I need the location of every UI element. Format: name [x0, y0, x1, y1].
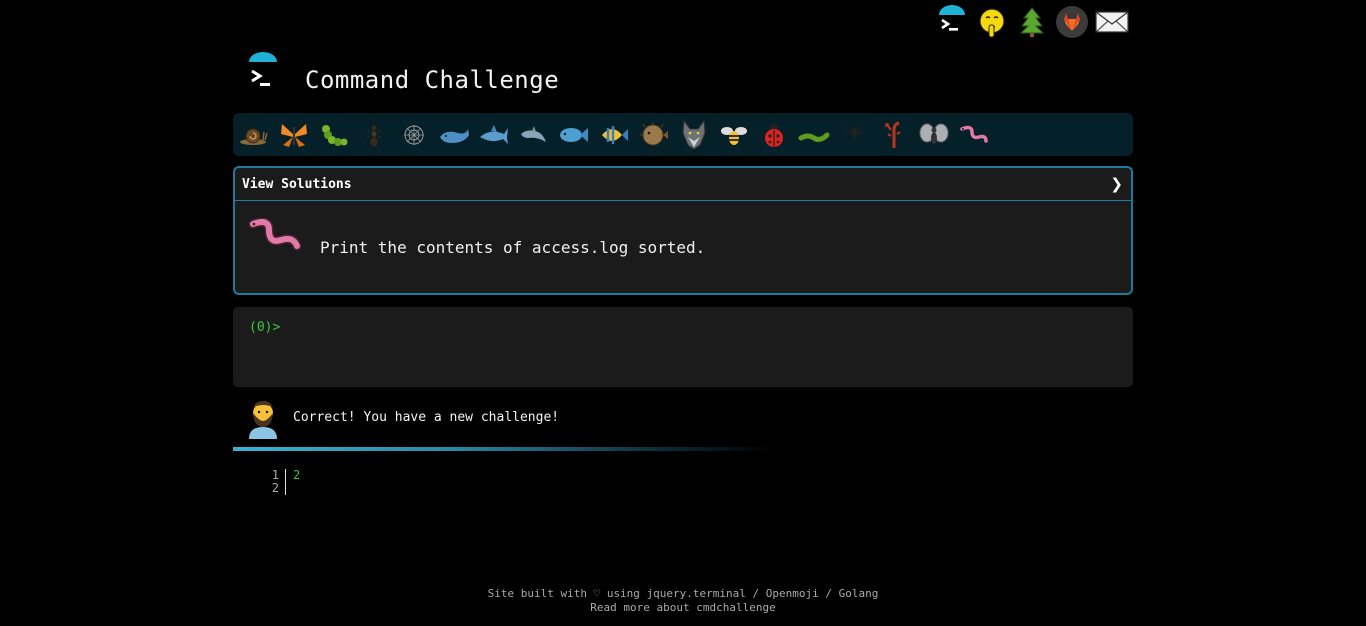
- scorpion-icon[interactable]: [877, 118, 911, 152]
- butterfly-icon[interactable]: [277, 118, 311, 152]
- terminal-prompt: (0)>: [249, 320, 281, 335]
- terminal[interactable]: (0)>: [233, 307, 1133, 387]
- ladybug-icon[interactable]: [757, 118, 791, 152]
- read-more-link[interactable]: Read more about cmdchallenge: [590, 601, 775, 614]
- dolphin-icon[interactable]: [517, 118, 551, 152]
- spider-icon[interactable]: [837, 118, 871, 152]
- shush-face-icon[interactable]: [974, 4, 1010, 40]
- caterpillar-icon[interactable]: [317, 118, 351, 152]
- mail-icon[interactable]: [1094, 4, 1130, 40]
- code-line: 2: [293, 468, 301, 482]
- jquery-terminal-link[interactable]: jquery.terminal: [647, 587, 746, 600]
- view-solutions-label: View Solutions: [242, 177, 352, 192]
- gitlab-icon[interactable]: [1054, 4, 1090, 40]
- top-nav: [930, 2, 1140, 40]
- challenge-description: Print the contents of access.log sorted.: [320, 238, 706, 257]
- footer-separator: /: [818, 587, 839, 600]
- green-worm-icon[interactable]: [797, 118, 831, 152]
- wolf-icon[interactable]: [677, 118, 711, 152]
- tropical-fish-icon[interactable]: [597, 118, 631, 152]
- tree-icon[interactable]: [1014, 4, 1050, 40]
- gutter-separator: [285, 469, 286, 495]
- view-solutions-toggle[interactable]: View Solutions ❯: [235, 168, 1131, 201]
- page-title: Command Challenge: [305, 66, 560, 94]
- fly-icon[interactable]: [917, 118, 951, 152]
- bee-icon[interactable]: [717, 118, 751, 152]
- terminal-icon[interactable]: [934, 4, 970, 40]
- shark-icon[interactable]: [477, 118, 511, 152]
- footer: Site built with ♡ using jquery.terminal …: [0, 587, 1366, 615]
- line-number-gutter: 1 2: [255, 469, 279, 495]
- bearded-person-avatar: [245, 397, 281, 439]
- fish-icon[interactable]: [557, 118, 591, 152]
- site-header: Command Challenge: [233, 48, 1133, 108]
- whale-icon[interactable]: [437, 118, 471, 152]
- worm-challenge-icon: [247, 217, 303, 258]
- ant-icon[interactable]: [357, 118, 391, 152]
- snail-icon[interactable]: [237, 118, 271, 152]
- editor-code: 2: [293, 469, 300, 482]
- challenge-panel: View Solutions ❯ Print the contents of a…: [233, 166, 1133, 295]
- line-number: 2: [271, 481, 279, 495]
- golang-link[interactable]: Golang: [839, 587, 879, 600]
- challenge-critter-bar: [233, 113, 1133, 156]
- chevron-right-icon[interactable]: ❯: [1110, 175, 1123, 193]
- footer-separator: /: [745, 587, 766, 600]
- pink-worm-icon[interactable]: [957, 118, 991, 152]
- logo-terminal-icon[interactable]: [241, 50, 285, 94]
- feedback-message: Correct! You have a new challenge!: [293, 410, 560, 425]
- spider-web-icon[interactable]: [397, 118, 431, 152]
- openmoji-link[interactable]: Openmoji: [766, 587, 819, 600]
- blowfish-icon[interactable]: [637, 118, 671, 152]
- progress-bar: [233, 447, 773, 451]
- footer-prefix: Site built with ♡ using: [487, 587, 647, 600]
- footer-line-1: Site built with ♡ using jquery.terminal …: [0, 587, 1366, 601]
